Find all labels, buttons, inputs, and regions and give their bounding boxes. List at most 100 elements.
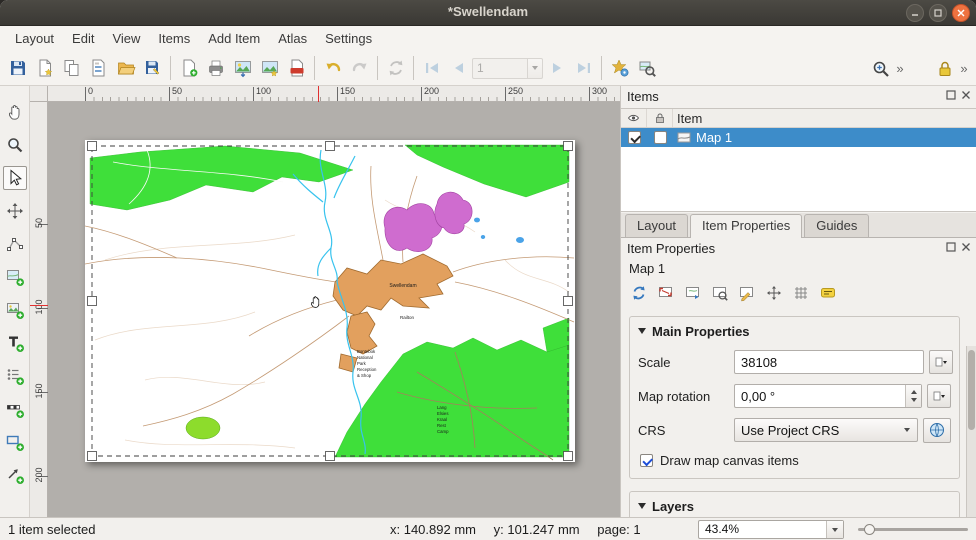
map-rotation-input[interactable] xyxy=(735,389,905,404)
menu-settings[interactable]: Settings xyxy=(316,28,381,49)
atlas-feature-number-input[interactable] xyxy=(472,58,528,79)
view-extent-button[interactable] xyxy=(681,281,705,305)
edit-nodes-tool-button[interactable] xyxy=(3,232,27,256)
menu-layout[interactable]: Layout xyxy=(6,28,63,49)
layers-header[interactable]: Layers xyxy=(638,496,951,516)
menu-add-item[interactable]: Add Item xyxy=(199,28,269,49)
crs-dropdown[interactable]: Use Project CRS xyxy=(734,418,918,442)
toolbar-overflow-icon[interactable] xyxy=(958,61,970,76)
interactively-edit-extent-button[interactable] xyxy=(735,281,759,305)
visibility-checkbox[interactable] xyxy=(628,131,641,144)
main-area: 0 50 100 150 200 250 300 50 100 150 200 xyxy=(0,86,976,517)
main-properties-header[interactable]: Main Properties xyxy=(638,321,951,341)
toolbar-overflow-icon[interactable] xyxy=(894,61,906,76)
save-as-button[interactable] xyxy=(139,55,166,82)
float-panel-icon[interactable] xyxy=(946,90,956,100)
set-scale-to-extent-button[interactable] xyxy=(708,281,732,305)
add-shape-icon xyxy=(5,432,25,452)
add-shape-tool-button[interactable] xyxy=(3,430,27,454)
maximize-button[interactable] xyxy=(929,4,947,22)
atlas-first-feature-button[interactable] xyxy=(418,55,445,82)
save-project-button[interactable] xyxy=(4,55,31,82)
export-image-button[interactable] xyxy=(229,55,256,82)
lock-icon xyxy=(935,59,955,79)
set-extent-to-canvas-button[interactable] xyxy=(654,281,678,305)
open-layout-button[interactable] xyxy=(112,55,139,82)
add-scalebar-tool-button[interactable] xyxy=(3,397,27,421)
select-crs-button[interactable] xyxy=(923,418,951,443)
map-rotation-spinbox[interactable] xyxy=(734,384,922,408)
cursor-position-marker xyxy=(318,86,319,102)
atlas-last-feature-button[interactable] xyxy=(570,55,597,82)
duplicate-layout-button[interactable] xyxy=(58,55,85,82)
grid-settings-button[interactable] xyxy=(789,281,813,305)
print-button[interactable] xyxy=(202,55,229,82)
labeling-settings-button[interactable] xyxy=(816,281,840,305)
atlas-next-feature-button[interactable] xyxy=(543,55,570,82)
tab-layout[interactable]: Layout xyxy=(625,214,688,237)
tab-item-properties[interactable]: Item Properties xyxy=(690,214,802,238)
minimize-button[interactable] xyxy=(906,4,924,22)
move-content-button[interactable] xyxy=(762,281,786,305)
scrollbar-thumb[interactable] xyxy=(968,350,975,430)
item-column-header[interactable]: Item xyxy=(673,109,976,127)
map-rotation-label: Map rotation xyxy=(638,389,734,404)
move-item-content-tool-button[interactable] xyxy=(3,199,27,223)
atlas-feature-dropdown-button[interactable] xyxy=(528,58,543,79)
menu-view[interactable]: View xyxy=(103,28,149,49)
export-pdf-button[interactable] xyxy=(283,55,310,82)
refresh-view-button[interactable] xyxy=(382,55,409,82)
add-arrow-tool-button[interactable] xyxy=(3,463,27,487)
items-row-map1[interactable]: Map 1 xyxy=(621,128,976,147)
scale-input[interactable] xyxy=(734,350,924,374)
atlas-previous-feature-button[interactable] xyxy=(445,55,472,82)
export-svg-button[interactable] xyxy=(256,55,283,82)
float-panel-icon[interactable] xyxy=(946,242,956,252)
zoom-combo-arrow[interactable] xyxy=(826,521,843,538)
close-panel-icon[interactable] xyxy=(961,242,971,252)
rotation-override-button[interactable] xyxy=(927,384,951,408)
atlas-settings-button[interactable] xyxy=(606,55,633,82)
layout-page[interactable]: Swellendam Railton Bontebok National Par… xyxy=(85,140,575,462)
spin-buttons[interactable] xyxy=(905,385,921,407)
visibility-column-header[interactable] xyxy=(621,109,647,127)
update-preview-button[interactable] xyxy=(627,281,651,305)
layout-manager-button[interactable] xyxy=(85,55,112,82)
zoom-level-combo[interactable]: 43.4% xyxy=(698,520,844,539)
add-picture-icon xyxy=(5,300,25,320)
select-move-item-tool-button[interactable] xyxy=(3,166,27,190)
preview-atlas-button[interactable] xyxy=(633,55,660,82)
tab-guides[interactable]: Guides xyxy=(804,214,869,237)
layout-canvas[interactable]: Swellendam Railton Bontebok National Par… xyxy=(48,102,620,517)
redo-button[interactable] xyxy=(346,55,373,82)
pan-hand-icon xyxy=(5,102,25,122)
zoom-tool-button-left[interactable] xyxy=(3,133,27,157)
zoom-slider-thumb[interactable] xyxy=(864,524,875,535)
menu-items[interactable]: Items xyxy=(149,28,199,49)
add-label-tool-button[interactable] xyxy=(3,331,27,355)
lock-checkbox[interactable] xyxy=(654,131,667,144)
add-legend-tool-button[interactable] xyxy=(3,364,27,388)
new-layout-button[interactable] xyxy=(31,55,58,82)
zoom-tool-button[interactable] xyxy=(867,55,894,82)
add-picture-tool-button[interactable] xyxy=(3,298,27,322)
draw-canvas-items-checkbox[interactable] xyxy=(640,454,653,467)
zoom-slider[interactable] xyxy=(858,528,968,531)
map-item[interactable]: Swellendam Railton Bontebok National Par… xyxy=(85,140,575,462)
properties-scrollbar[interactable] xyxy=(966,346,976,517)
close-panel-icon[interactable] xyxy=(961,90,971,100)
close-button[interactable] xyxy=(952,4,970,22)
draw-canvas-items-row[interactable]: Draw map canvas items xyxy=(638,453,951,468)
menu-atlas[interactable]: Atlas xyxy=(269,28,316,49)
set-scale-icon xyxy=(711,284,729,302)
undo-button[interactable] xyxy=(319,55,346,82)
titlebar[interactable]: *Swellendam xyxy=(0,0,976,26)
menu-edit[interactable]: Edit xyxy=(63,28,103,49)
add-pages-button[interactable] xyxy=(175,55,202,82)
pan-tool-button[interactable] xyxy=(3,100,27,124)
lock-items-button[interactable] xyxy=(931,55,958,82)
zoom-level-value: 43.4% xyxy=(699,521,843,537)
add-map-tool-button[interactable] xyxy=(3,265,27,289)
lock-column-header[interactable] xyxy=(647,109,673,127)
scale-override-button[interactable] xyxy=(929,350,953,374)
